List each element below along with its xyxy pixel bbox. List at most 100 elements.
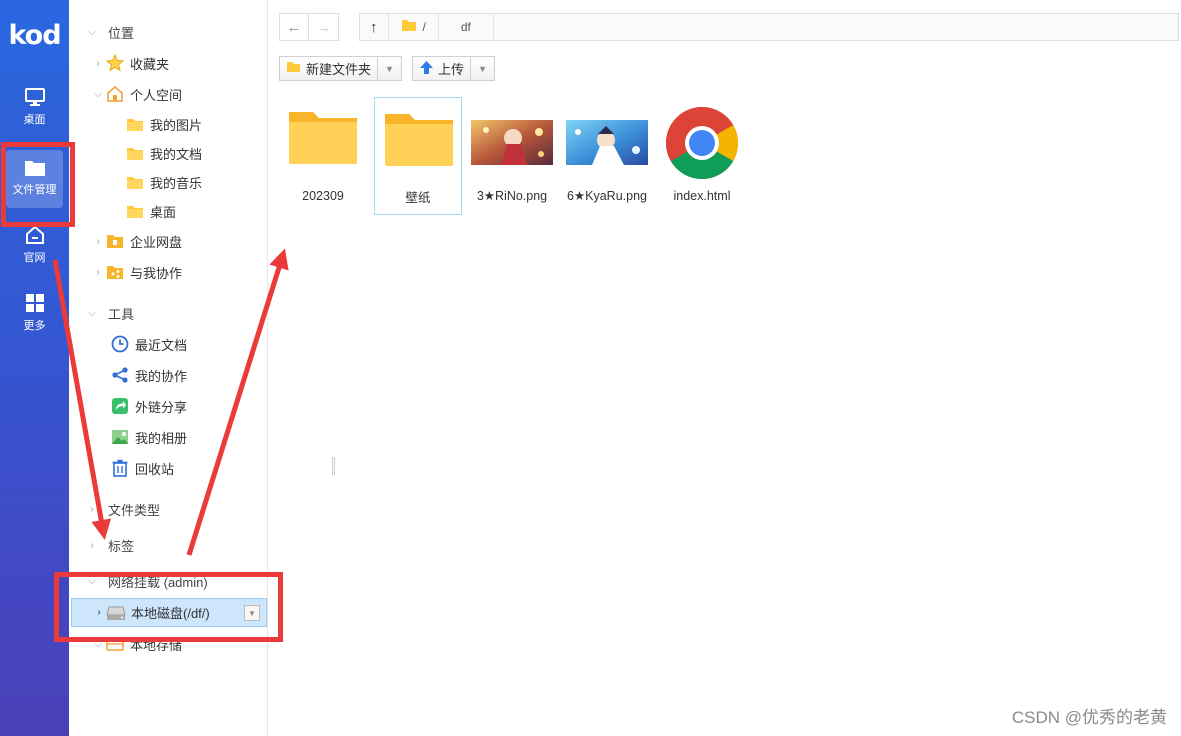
trash-icon [110,458,130,478]
arrow-right-icon: → [316,18,331,36]
tree-item-personal-space[interactable]: ⌵ 个人空间 [69,81,268,107]
toolbar: 新建文件夹 ▼ 上传 ▼ [279,56,496,82]
tree-item-my-collab[interactable]: 我的协作 [69,362,268,388]
kod-logo[interactable]: kod [0,0,69,70]
chevron-right-icon: › [96,235,100,247]
file-name: 202309 [302,189,344,203]
home-icon [25,225,44,244]
folder-icon [125,143,145,163]
tree-item-recycle-bin[interactable]: 回收站 [69,455,268,481]
tree-item-label: 企业网盘 [130,234,183,250]
photo-icon [110,427,130,447]
tree-item-my-album[interactable]: 我的相册 [69,424,268,450]
tree-item-my-documents[interactable]: 我的文档 [69,140,268,166]
tree-section-label: 位置 [108,25,135,41]
rail-label-file-manager: 文件管理 [12,184,57,196]
main-panel: ← → ↑ / df 新建文件夹 ▼ 上传 ▼ 202309 壁纸 3★RiNo… [269,0,1181,736]
folder-icon [24,161,45,176]
tree-item-label: 我的音乐 [150,175,203,191]
breadcrumb-current-label: df [460,20,471,34]
upload-label: 上传 [438,62,465,77]
hard-drive-icon [106,603,126,623]
breadcrumb-current[interactable]: df [439,14,494,40]
up-button[interactable]: ↑ [360,14,389,40]
rail-label-official-site: 官网 [23,252,46,264]
tree-item-label: 我的图片 [150,117,203,133]
file-name: index.html [673,189,731,203]
tree-item-label: 我的文档 [150,146,203,162]
file-item-image[interactable]: 6★KyaRu.png [563,96,651,214]
tree-section-network-mount[interactable]: ⌵ 网络挂载 (admin) [69,568,268,594]
new-folder-dropdown[interactable]: ▼ [378,56,403,81]
arrow-left-icon: ← [286,18,302,36]
upload-dropdown[interactable]: ▼ [471,56,496,81]
file-item-image[interactable]: 3★RiNo.png [468,96,556,214]
chrome-icon [664,104,740,182]
watermark: CSDN @优秀的老黄 [1011,708,1167,727]
file-item-html[interactable]: index.html [658,96,746,214]
rail-label-desktop: 桌面 [23,114,46,126]
rail-item-official-site[interactable]: 官网 [0,224,69,284]
tree-item-label: 个人空间 [130,87,183,103]
file-name: 3★RiNo.png [476,189,548,203]
tree-item-desktop[interactable]: 桌面 [69,198,268,224]
tree-section-file-types[interactable]: › 文件类型 [69,496,268,522]
tree-item-local-disk[interactable]: › 本地磁盘(/df/) ▼ [71,598,267,627]
tree-section-label: 标签 [108,538,135,554]
dropdown-caret-button[interactable]: ▼ [244,605,260,621]
tree-item-label: 外链分享 [135,399,188,415]
tree-item-label: 我的协作 [135,368,188,384]
rail-item-file-manager[interactable]: 文件管理 [0,148,69,208]
arrow-up-icon: ↑ [370,18,378,36]
tree-item-my-music[interactable]: 我的音乐 [69,169,268,195]
star-icon [105,53,125,73]
tree-section-tools[interactable]: ⌵ 工具 [69,300,268,326]
tree-item-favorites[interactable]: › 收藏夹 [69,50,268,76]
chevron-down-icon: ⌵ [88,307,96,319]
tree-item-external-share[interactable]: 外链分享 [69,393,268,419]
tree-section-location[interactable]: ⌵ 位置 [69,19,268,45]
tree-item-my-pictures[interactable]: 我的图片 [69,111,268,137]
back-button[interactable]: ← [279,13,309,41]
file-item-folder-selected[interactable]: 壁纸 [374,97,462,215]
folder-icon [125,114,145,134]
chevron-down-icon: ⌵ [94,88,102,100]
tree-item-label: 本地存储 [130,637,183,653]
chevron-right-icon: › [90,539,94,551]
rail-label-more: 更多 [23,320,46,332]
image-thumbnail [566,120,648,165]
chevron-down-icon: ⌵ [88,575,96,587]
tree-section-tags[interactable]: › 标签 [69,532,268,558]
upload-button[interactable]: 上传 [412,56,472,81]
file-item-folder[interactable]: 202309 [279,96,367,214]
kod-file-manager: kod 桌面 文件管理 官网 更多 ⌵ 位置 › 收藏夹 ⌵ 个人空间 我的图片… [0,0,1181,736]
share-folder-icon [105,262,125,282]
tree-item-label: 桌面 [150,204,177,220]
chevron-right-icon: › [97,607,101,618]
folder-icon [286,61,301,76]
upload-arrow-icon [419,60,434,78]
tree-section-label: 文件类型 [108,502,161,518]
chevron-down-icon: ⌵ [94,638,102,650]
chevron-right-icon: › [90,503,94,515]
home-folder-icon [105,84,125,104]
folder-icon [125,201,145,221]
folder-icon [285,106,361,168]
breadcrumb-root[interactable]: / [389,14,439,40]
folder-icon [401,19,417,35]
address-bar: ← → ↑ / df [279,13,1179,43]
new-folder-button[interactable]: 新建文件夹 [279,56,379,81]
rail-item-desktop[interactable]: 桌面 [0,86,69,146]
tree-item-enterprise-disk[interactable]: › 企业网盘 [69,228,268,254]
folder-icon [381,108,457,170]
tree-item-shared-with-me[interactable]: › 与我协作 [69,259,268,285]
tree-item-label: 与我协作 [130,265,183,281]
tree-item-recent-docs[interactable]: 最近文档 [69,331,268,357]
tree-item-local-storage[interactable]: ⌵ 本地存储 [69,631,268,657]
share-arrow-icon [110,396,130,416]
chevron-right-icon: › [96,266,100,278]
sidebar-tree: ⌵ 位置 › 收藏夹 ⌵ 个人空间 我的图片 我的文档 我的音乐 桌面 › 企业… [69,0,335,736]
breadcrumb-root-label: / [422,20,426,34]
rail-item-more[interactable]: 更多 [0,292,69,352]
forward-button[interactable]: → [309,13,339,41]
